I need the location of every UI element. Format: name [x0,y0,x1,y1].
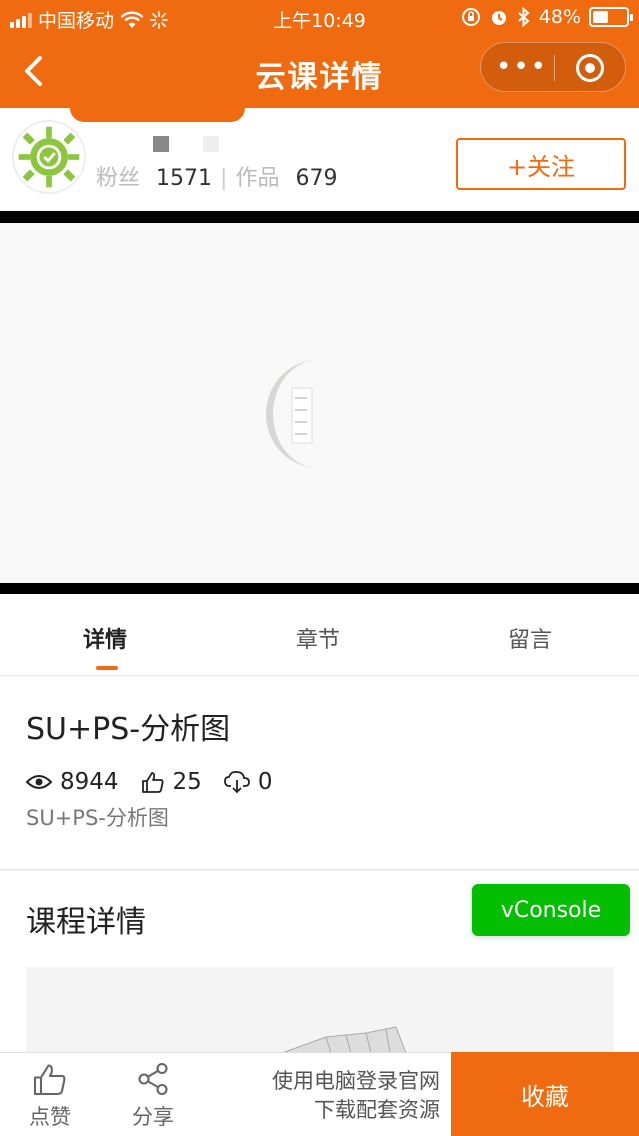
downloads-metric: 0 [223,769,273,795]
capsule-divider [554,55,555,81]
thumbs-up-icon [33,1064,66,1096]
collect-button[interactable]: 收藏 [451,1052,639,1136]
share-button[interactable]: 分享 [123,1061,183,1131]
header-notch [70,108,245,122]
like-label: 点赞 [29,1105,71,1129]
thumbs-up-icon [141,772,164,793]
course-info-card: SU+PS-分析图 8944 25 0 SU+PS-分析图 [0,676,639,870]
orientation-lock-icon [461,8,480,26]
vconsole-button[interactable]: vConsole [472,884,630,936]
tab-comments[interactable]: 留言 [508,622,552,654]
battery-icon [589,7,633,27]
loading-spinner-icon [266,360,318,468]
tab-details[interactable]: 详情 [83,622,127,654]
video-area[interactable] [0,223,639,583]
status-bar: 中国移动 上午10:49 48% [0,0,639,36]
note-line-2: 下载配套资源 [314,1098,440,1122]
works-count: 679 [295,166,338,191]
cloud-download-icon [223,770,250,794]
nav-bar: 云课详情 ••• [0,36,639,108]
eye-icon [26,775,52,789]
page: 中国移动 上午10:49 48% 云课详情 ••• 粉丝 1571 | 作品 6… [0,0,639,1136]
battery-level [593,11,609,23]
likes-metric: 25 [141,769,202,795]
likes-count: 25 [172,769,202,795]
views-count: 8944 [60,769,119,795]
video-player[interactable] [0,211,639,594]
like-button[interactable]: 点赞 [20,1061,80,1131]
share-icon [138,1062,168,1096]
download-resource-note: 使用电脑登录官网 下载配套资源 [240,1067,440,1125]
note-line-1: 使用电脑登录官网 [272,1069,440,1093]
status-right: 48% [461,6,633,28]
course-metrics: 8944 25 0 [26,769,294,795]
downloads-count: 0 [257,769,273,795]
top-bar: 中国移动 上午10:49 48% 云课详情 ••• [0,0,639,108]
author-stats: 粉丝 1571 | 作品 679 [96,160,345,192]
active-tab-indicator [96,666,118,670]
course-subtitle: SU+PS-分析图 [26,806,169,830]
target-icon[interactable] [576,54,604,82]
more-button[interactable]: ••• [493,43,551,91]
bluetooth-icon [518,7,530,27]
author-name-redacted [153,136,253,156]
detail-preview-image [26,967,614,1053]
avatar[interactable] [12,120,86,194]
share-label: 分享 [132,1105,174,1129]
battery-percent: 48% [538,6,581,28]
works-label: 作品 [235,166,280,191]
fans-label: 粉丝 [96,166,141,191]
alarm-icon [491,11,506,25]
course-title: SU+PS-分析图 [26,712,231,747]
tab-chapters[interactable]: 章节 [296,622,340,654]
mini-program-capsule: ••• [480,42,626,92]
fans-count: 1571 [156,166,213,191]
tab-bar: 详情 章节 留言 [0,594,639,676]
stats-divider: | [220,166,228,191]
follow-button[interactable]: +关注 [456,138,626,190]
course-detail-heading: 课程详情 [26,905,146,940]
views-metric: 8944 [26,769,119,795]
